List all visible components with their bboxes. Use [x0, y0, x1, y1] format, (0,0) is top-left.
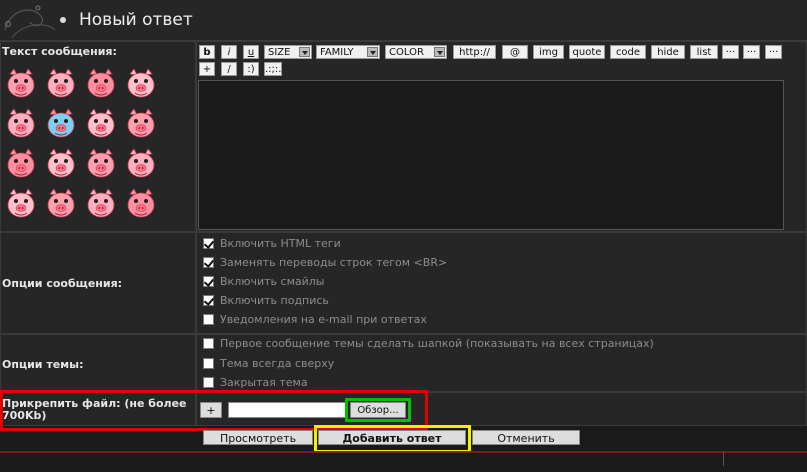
more-button-3[interactable]: ··· [765, 45, 782, 59]
message-label: Текст сообщения: [2, 45, 117, 58]
family-select-label: FAMILY [320, 47, 354, 58]
chevron-down-icon [434, 47, 445, 57]
topic-option[interactable]: Закрытая тема [203, 376, 308, 390]
color-select[interactable]: COLOR [385, 45, 447, 59]
email-button[interactable]: @ [502, 45, 528, 59]
pig-face-icon[interactable] [44, 66, 78, 100]
pig-face-icon[interactable] [124, 146, 158, 180]
more-button-2[interactable]: ··· [743, 45, 760, 59]
submit-highlight [314, 425, 471, 453]
pig-face-icon[interactable] [84, 186, 118, 220]
topic-options-label: Опции темы: [2, 358, 84, 371]
topic-option[interactable]: Первое сообщение темы сделать шапкой (по… [203, 337, 654, 351]
footer-separator [723, 452, 724, 466]
italic-button[interactable]: i [221, 45, 237, 59]
footer-divider [0, 451, 807, 453]
topic-option-label: Закрытая тема [220, 376, 308, 389]
topic-option[interactable]: Тема всегда сверху [203, 357, 334, 371]
dots-button[interactable]: .:;:. [264, 62, 282, 76]
pig-face-icon[interactable] [44, 186, 78, 220]
slash-button[interactable]: / [221, 62, 237, 76]
page-title: Новый ответ [79, 10, 193, 30]
pig-face-icon[interactable] [124, 186, 158, 220]
topic-option-label: Первое сообщение темы сделать шапкой (по… [220, 337, 654, 350]
cancel-button[interactable]: Отменить [472, 430, 580, 445]
code-button[interactable]: code [610, 45, 646, 59]
message-option-label: Включить HTML теги [220, 237, 341, 250]
message-option-label: Заменять переводы строк тегом <BR> [220, 256, 448, 269]
title-bullet-icon [60, 17, 66, 23]
message-option[interactable]: Уведомления на e-mail при ответах [203, 313, 427, 327]
message-option[interactable]: Включить смайлы [203, 275, 324, 289]
message-option-label: Включить подпись [220, 294, 329, 307]
more-button-1[interactable]: ··· [722, 45, 739, 59]
pig-face-icon[interactable] [124, 66, 158, 100]
list-button[interactable]: list [690, 45, 718, 59]
decorative-swirl-icon [4, 5, 56, 39]
pig-face-icon[interactable] [84, 146, 118, 180]
pig-face-icon[interactable] [84, 106, 118, 140]
checkbox[interactable] [203, 314, 214, 325]
message-option[interactable]: Включить HTML теги [203, 237, 341, 251]
message-options-label: Опции сообщения: [2, 277, 123, 290]
message-option[interactable]: Включить подпись [203, 294, 329, 308]
quote-button[interactable]: quote [569, 45, 605, 59]
message-option-label: Уведомления на e-mail при ответах [220, 313, 427, 326]
chevron-down-icon [299, 47, 310, 57]
pig-face-icon[interactable] [44, 106, 78, 140]
message-option[interactable]: Заменять переводы строк тегом <BR> [203, 256, 447, 270]
page-header: Новый ответ [0, 0, 807, 41]
pig-face-icon[interactable] [4, 146, 38, 180]
size-select-label: SIZE [268, 47, 291, 58]
color-select-label: COLOR [389, 47, 424, 58]
checkbox[interactable] [203, 276, 214, 287]
topic-option-label: Тема всегда сверху [220, 356, 335, 370]
pig-face-icon[interactable] [4, 66, 38, 100]
size-select[interactable]: SIZE [264, 45, 312, 59]
pig-face-icon[interactable] [44, 146, 78, 180]
pig-face-icon[interactable] [4, 186, 38, 220]
checkbox[interactable] [203, 338, 214, 349]
checkbox[interactable] [203, 257, 214, 268]
pig-face-icon[interactable] [4, 106, 38, 140]
underline-button[interactable]: u [243, 45, 259, 59]
pig-face-icon[interactable] [124, 106, 158, 140]
checkbox[interactable] [203, 238, 214, 249]
hide-button[interactable]: hide [651, 45, 685, 59]
message-textarea[interactable] [198, 80, 784, 230]
pig-face-icon[interactable] [84, 66, 118, 100]
bold-button[interactable]: b [199, 45, 215, 59]
smile-button[interactable]: :) [243, 62, 259, 76]
family-select[interactable]: FAMILY [316, 45, 380, 59]
chevron-down-icon [367, 47, 378, 57]
browse-highlight [345, 398, 411, 422]
preview-button[interactable]: Просмотреть [203, 430, 313, 445]
checkbox[interactable] [203, 295, 214, 306]
img-button[interactable]: img [533, 45, 564, 59]
plus-button[interactable]: + [199, 62, 215, 76]
checkbox[interactable] [203, 357, 214, 369]
message-option-label: Включить смайлы [220, 275, 325, 288]
checkbox[interactable] [203, 377, 214, 388]
url-button[interactable]: http:// [453, 45, 496, 59]
